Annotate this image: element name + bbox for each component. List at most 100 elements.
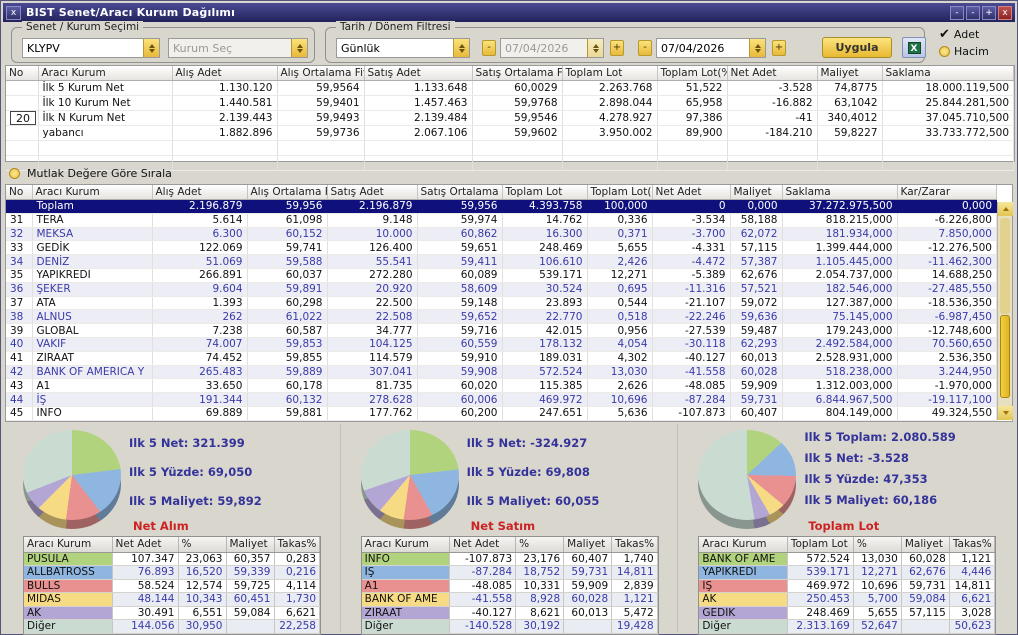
table-row[interactable]: 33 GEDİK 122.069 59,741 126.400 59,651 248.469… xyxy=(6,240,997,256)
column-header[interactable]: No xyxy=(6,66,39,81)
column-header[interactable]: Satış Adet xyxy=(364,66,473,81)
column-header[interactable]: Alış Adet xyxy=(152,185,248,200)
date-to-plus-button[interactable]: + xyxy=(772,40,786,56)
column-header[interactable]: Aracı Kurum xyxy=(699,537,788,553)
column-header[interactable]: Alış Ortalama Fiy xyxy=(247,185,328,200)
scroll-down-icon[interactable] xyxy=(998,406,1013,420)
table-row[interactable]: 35 YAPIKREDİ 266.891 60,037 272.280 60,089 539… xyxy=(6,268,997,283)
maximize-icon[interactable]: + xyxy=(982,5,996,20)
column-header[interactable]: Toplam Lot xyxy=(502,185,588,200)
column-header[interactable]: Aracı Kurum xyxy=(361,537,451,553)
table-row[interactable]: 34 DENİZ 51.069 59,588 55.541 59,411 106.610 2,… xyxy=(6,254,997,269)
mini-row[interactable]: BULLS 58.524 12,574 59,725 4,114 xyxy=(24,579,320,593)
column-header[interactable]: No xyxy=(6,185,33,200)
date-from-minus-button[interactable]: - xyxy=(482,40,496,56)
table-row[interactable]: Toplam 2.196.879 59,956 2.196.879 59,956 4.39… xyxy=(6,199,997,214)
close-window-icon[interactable]: x xyxy=(998,5,1012,20)
scroll-up-icon[interactable] xyxy=(998,202,1013,216)
hacim-option[interactable]: Hacim xyxy=(939,45,989,58)
column-header[interactable]: % xyxy=(515,537,565,553)
table-row[interactable]: 37 ATA 1.393 60,298 22.500 59,148 23.893 0,544-… xyxy=(6,296,997,311)
kurum-spinner-icon[interactable] xyxy=(291,39,307,57)
minimize-icon[interactable]: - xyxy=(950,5,964,20)
senet-select[interactable]: KLYPV xyxy=(22,38,160,58)
mini-row[interactable]: YAPIKREDİ 539.171 12,271 62,676 4,446 xyxy=(699,565,996,580)
column-header[interactable]: Alış Adet xyxy=(172,66,278,81)
date-to-minus-button[interactable]: - xyxy=(638,40,652,56)
summary-row[interactable]: yabancı 1.882.896 59,9736 2.067.106 59,9602 3… xyxy=(6,125,1014,141)
senet-spinner-icon[interactable] xyxy=(143,39,159,57)
column-header[interactable]: Toplam Lot(%) xyxy=(657,66,728,81)
summary-row[interactable]: İlk 5 Kurum Net 1.130.120 59,9564 1.133.648… xyxy=(6,80,1014,96)
column-header[interactable]: Satış Adet xyxy=(327,185,418,200)
mini-row[interactable]: MİDAS 48.144 10,343 60,451 1,730 xyxy=(24,592,320,607)
sort-by-absolute-option[interactable]: Mutlak Değere Göre Sırala xyxy=(9,167,172,180)
column-header[interactable]: Net Adet xyxy=(112,537,179,553)
table-row[interactable]: 39 GLOBAL 7.238 60,587 34.777 59,716 42.015 0,9… xyxy=(6,323,997,338)
kurum-select[interactable]: Kurum Seç xyxy=(168,38,308,58)
table-row[interactable]: 43 A1 33.650 60,178 81.735 60,020 115.385 2,626… xyxy=(6,378,997,394)
column-header[interactable]: Satış Ortalama Fi xyxy=(417,185,503,200)
mini-row[interactable]: BANK OF AME 572.524 13,030 60,028 1,121 xyxy=(699,552,996,566)
column-header[interactable]: Maliyet xyxy=(817,66,883,81)
column-header[interactable]: Takas% xyxy=(949,537,996,553)
column-header[interactable]: Satış Ortalama Fiyat xyxy=(472,66,563,81)
column-header[interactable]: Toplam Lot(% xyxy=(587,185,653,200)
table-row[interactable]: 41 ZİRAAT 74.452 59,855 114.579 59,910 189.031… xyxy=(6,351,997,366)
mini-row[interactable]: AK 30.491 6,551 59,084 6,621 xyxy=(24,606,320,620)
column-header[interactable]: Alış Ortalama Fiyat xyxy=(277,66,365,81)
column-header[interactable]: Takas% xyxy=(274,537,320,553)
column-header[interactable]: Kar/Zarar xyxy=(897,185,997,200)
column-header[interactable]: Maliyet xyxy=(226,537,275,553)
mini-row[interactable]: İŞ 469.972 10,696 59,731 14,811 xyxy=(699,579,996,593)
mini-row[interactable]: Diğer -140.528 30,192 19,428 xyxy=(361,619,658,634)
mini-row[interactable]: A1 -48.085 10,331 59,909 2,839 xyxy=(361,579,658,593)
column-header[interactable]: % xyxy=(178,537,227,553)
table-row[interactable]: 36 ŞEKER 9.604 59,891 20.920 58,609 30.524 0,69… xyxy=(6,282,997,297)
table-row[interactable]: 31 TERA 5.614 61,098 9.148 59,974 14.762 0,336-… xyxy=(6,213,997,228)
mini-row[interactable]: Diğer 2.313.169 52,647 50,623 xyxy=(699,619,996,634)
shade-icon[interactable]: - xyxy=(966,5,980,20)
close-icon[interactable]: x xyxy=(6,5,21,20)
column-header[interactable]: Toplam Lot xyxy=(562,66,658,81)
mini-row[interactable]: BANK OF AME -41.558 8,928 60,028 1,121 xyxy=(361,592,658,607)
column-header[interactable]: Aracı Kurum xyxy=(32,185,153,200)
apply-button[interactable]: Uygula xyxy=(822,37,892,58)
mini-row[interactable]: PUSULA 107.347 23,063 60,357 0,283 xyxy=(24,552,320,566)
mini-row[interactable]: ALLBATROSS 76.893 16,520 59,339 0,216 xyxy=(24,565,320,580)
summary-row[interactable]: İlk 10 Kurum Net 1.440.581 59,9401 1.457.46… xyxy=(6,95,1014,111)
table-row[interactable]: 38 ALNUS 262 61,022 22.508 59,652 22.770 0,518-… xyxy=(6,309,997,325)
mini-row[interactable]: ZİRAAT -40.127 8,621 60,013 5,472 xyxy=(361,606,658,620)
mini-row[interactable]: İŞ -87.284 18,752 59,731 14,811 xyxy=(361,565,658,580)
date-from-plus-button[interactable]: + xyxy=(610,40,624,56)
ilk-n-count-input[interactable]: 20 xyxy=(10,111,36,125)
date-to-spinner-icon[interactable] xyxy=(749,39,765,57)
column-header[interactable]: Net Adet xyxy=(652,185,731,200)
date-from-input[interactable]: 07/04/2026 xyxy=(500,38,604,58)
column-header[interactable]: Takas% xyxy=(611,537,658,553)
scroll-track[interactable] xyxy=(1000,218,1010,314)
period-spinner-icon[interactable] xyxy=(453,39,469,57)
scroll-thumb[interactable] xyxy=(1000,315,1010,399)
table-row[interactable]: 40 VAKIF 74.007 59,853 104.125 60,559 178.132 4… xyxy=(6,337,997,352)
mini-row[interactable]: Diğer 144.056 30,950 22,258 xyxy=(24,619,320,634)
vertical-scrollbar[interactable] xyxy=(997,202,1013,420)
column-header[interactable]: Aracı Kurum xyxy=(38,66,173,81)
mini-row[interactable]: İNFO -107.873 23,176 60,407 1,740 xyxy=(361,552,658,566)
period-select[interactable]: Günlük xyxy=(336,38,470,58)
column-header[interactable]: % xyxy=(853,537,902,553)
column-header[interactable]: Toplam Lot xyxy=(787,537,854,553)
summary-row[interactable]: 20 İlk N Kurum Net 2.139.443 59,9493 2.139.4… xyxy=(6,110,1014,126)
column-header[interactable]: Saklama xyxy=(882,66,1014,81)
column-header[interactable]: Net Adet xyxy=(449,537,517,553)
excel-export-button[interactable]: X xyxy=(902,37,926,58)
table-row[interactable]: 45 İNFO 69.889 59,881 177.762 60,200 247.651 5,… xyxy=(6,406,997,421)
column-header[interactable]: Maliyet xyxy=(730,185,783,200)
table-row[interactable]: 44 İŞ 191.344 60,132 278.628 60,006 469.972 10,… xyxy=(6,392,997,407)
adet-option[interactable]: ✔ Adet xyxy=(939,28,979,42)
table-row[interactable]: 32 MEKSA 6.300 60,152 10.000 60,862 16.300 0,37… xyxy=(6,227,997,242)
column-header[interactable]: Aracı Kurum xyxy=(24,537,113,553)
mini-row[interactable]: AK 250.453 5,700 59,084 6,621 xyxy=(699,592,996,607)
column-header[interactable]: Maliyet xyxy=(901,537,950,553)
table-row[interactable]: 42 BANK OF AMERICA Y 265.483 59,889 307.041 5… xyxy=(6,365,997,380)
